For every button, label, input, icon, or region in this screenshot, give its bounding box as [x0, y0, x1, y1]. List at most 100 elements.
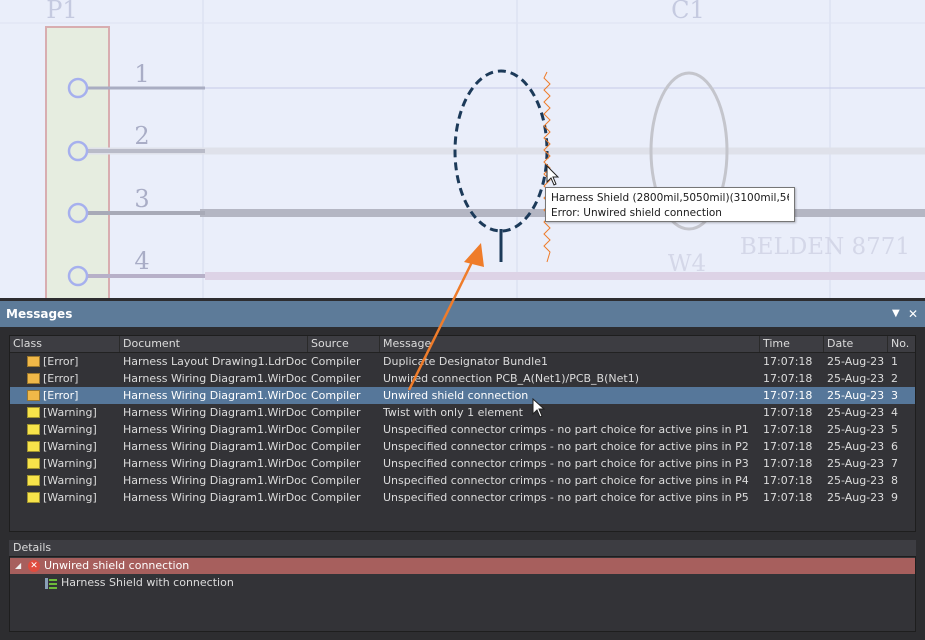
cell-date: 25-Aug-23: [827, 406, 885, 419]
cell-message: Duplicate Designator Bundle1: [383, 355, 548, 368]
message-row[interactable]: [Warning] Harness Wiring Diagram1.WirDoc C…: [10, 472, 915, 489]
cell-no: 3: [891, 389, 898, 402]
cell-message: Unspecified connector crimps - no part c…: [383, 440, 749, 453]
close-icon[interactable]: ✕: [908, 301, 918, 327]
cell-date: 25-Aug-23: [827, 389, 885, 402]
cell-class: [Warning]: [43, 457, 97, 470]
mouse-cursor-icon: [532, 398, 545, 418]
cell-no: 2: [891, 372, 898, 385]
cell-date: 25-Aug-23: [827, 440, 885, 453]
error-tooltip: Harness Shield (2800mil,5050mil)(3100mil…: [545, 187, 795, 222]
cell-time: 17:07:18: [763, 372, 813, 385]
cell-document: Harness Wiring Diagram1.WirDoc: [123, 372, 307, 385]
column-header-class[interactable]: Class: [10, 336, 120, 352]
cell-source: Compiler: [311, 457, 361, 470]
cell-document: Harness Wiring Diagram1.WirDoc: [123, 491, 307, 504]
cell-message: Unspecified connector crimps - no part c…: [383, 474, 749, 487]
message-row[interactable]: [Warning] Harness Wiring Diagram1.WirDoc C…: [10, 404, 915, 421]
harness-shield-icon: [45, 578, 57, 589]
message-row[interactable]: [Warning] Harness Wiring Diagram1.WirDoc C…: [10, 421, 915, 438]
panel-title: Messages: [6, 307, 73, 321]
cell-no: 7: [891, 457, 898, 470]
cell-source: Compiler: [311, 423, 361, 436]
message-row[interactable]: [Warning] Harness Wiring Diagram1.WirDoc C…: [10, 489, 915, 506]
column-header-time[interactable]: Time: [760, 336, 824, 352]
cable-label-belden: BELDEN 8771: [740, 234, 910, 260]
part-label-p1: P1: [46, 0, 77, 24]
cell-date: 25-Aug-23: [827, 491, 885, 504]
warning-class-icon: [27, 407, 40, 418]
cell-time: 17:07:18: [763, 406, 813, 419]
collapse-arrow-icon[interactable]: ◢: [15, 558, 21, 574]
cell-source: Compiler: [311, 474, 361, 487]
details-pane: ◢ ✕ Unwired shield connection Harness Sh…: [9, 556, 916, 632]
cell-time: 17:07:18: [763, 355, 813, 368]
error-class-icon: [27, 390, 40, 401]
pin-number-3: 3: [134, 185, 149, 213]
cell-source: Compiler: [311, 406, 361, 419]
cell-source: Compiler: [311, 389, 361, 402]
column-header-document[interactable]: Document: [120, 336, 308, 352]
cell-message: Unwired connection PCB_A(Net1)/PCB_B(Net…: [383, 372, 639, 385]
details-header: Details: [9, 540, 916, 556]
messages-panel: Messages ▼ ✕ Class Document Source Messa…: [0, 298, 925, 640]
part-label-c1: C1: [671, 0, 705, 24]
cell-class: [Error]: [43, 355, 79, 368]
cell-no: 8: [891, 474, 898, 487]
message-row[interactable]: [Error] Harness Layout Drawing1.LdrDoc Com…: [10, 353, 915, 370]
cell-document: Harness Wiring Diagram1.WirDoc: [123, 423, 307, 436]
cell-class: [Warning]: [43, 440, 97, 453]
warning-class-icon: [27, 475, 40, 486]
cell-no: 4: [891, 406, 898, 419]
message-row[interactable]: [Warning] Harness Wiring Diagram1.WirDoc C…: [10, 438, 915, 455]
tooltip-line-2: Error: Unwired shield connection: [551, 207, 722, 219]
pin-circle-2: [67, 140, 89, 162]
message-row[interactable]: [Warning] Harness Wiring Diagram1.WirDoc C…: [10, 455, 915, 472]
cell-date: 25-Aug-23: [827, 372, 885, 385]
cell-document: Harness Wiring Diagram1.WirDoc: [123, 389, 307, 402]
cell-date: 25-Aug-23: [827, 474, 885, 487]
schematic-canvas[interactable]: P1 C1 1 2 3 4 BELDEN 8771 W4 Harness Shi…: [0, 0, 925, 300]
cell-document: Harness Wiring Diagram1.WirDoc: [123, 474, 307, 487]
warning-class-icon: [27, 492, 40, 503]
details-item[interactable]: ◢ ✕ Unwired shield connection: [10, 558, 915, 574]
cell-time: 17:07:18: [763, 440, 813, 453]
cell-date: 25-Aug-23: [827, 457, 885, 470]
cell-document: Harness Wiring Diagram1.WirDoc: [123, 457, 307, 470]
cell-no: 9: [891, 491, 898, 504]
details-child[interactable]: Harness Shield with connection: [10, 575, 915, 591]
cell-class: [Error]: [43, 372, 79, 385]
schematic-drawing: P1 C1 1 2 3 4 BELDEN 8771 W4: [0, 0, 925, 300]
cell-class: [Warning]: [43, 423, 97, 436]
column-header-date[interactable]: Date: [824, 336, 888, 352]
message-row[interactable]: [Error] Harness Wiring Diagram1.WirDoc Com…: [10, 370, 915, 387]
cell-time: 17:07:18: [763, 491, 813, 504]
error-class-icon: [27, 356, 40, 367]
cell-source: Compiler: [311, 491, 361, 504]
tooltip-line-1: Harness Shield (2800mil,5050mil)(3100mil…: [551, 192, 789, 204]
column-header-no[interactable]: No.: [888, 336, 915, 352]
cell-source: Compiler: [311, 372, 361, 385]
cable-label-w4: W4: [668, 251, 706, 277]
column-header-source[interactable]: Source: [308, 336, 380, 352]
cell-class: [Warning]: [43, 406, 97, 419]
cell-message: Unwired shield connection: [383, 389, 529, 402]
cell-message: Twist with only 1 element: [383, 406, 523, 419]
cell-date: 25-Aug-23: [827, 423, 885, 436]
pin-number-4: 4: [134, 247, 149, 275]
cell-date: 25-Aug-23: [827, 355, 885, 368]
cell-no: 1: [891, 355, 898, 368]
cell-message: Unspecified connector crimps - no part c…: [383, 457, 749, 470]
cell-message: Unspecified connector crimps - no part c…: [383, 423, 749, 436]
cell-class: [Warning]: [43, 474, 97, 487]
cell-message: Unspecified connector crimps - no part c…: [383, 491, 749, 504]
column-header-message[interactable]: Message: [380, 336, 760, 352]
panel-title-bar: Messages ▼ ✕: [0, 301, 925, 327]
error-icon: ✕: [28, 560, 40, 572]
message-row[interactable]: [Error] Harness Wiring Diagram1.WirDoc Com…: [10, 387, 915, 404]
dropdown-arrow-icon[interactable]: ▼: [892, 301, 900, 327]
cell-document: Harness Layout Drawing1.LdrDoc: [123, 355, 308, 368]
pin-circle-1: [67, 77, 89, 99]
error-class-icon: [27, 373, 40, 384]
cell-source: Compiler: [311, 355, 361, 368]
